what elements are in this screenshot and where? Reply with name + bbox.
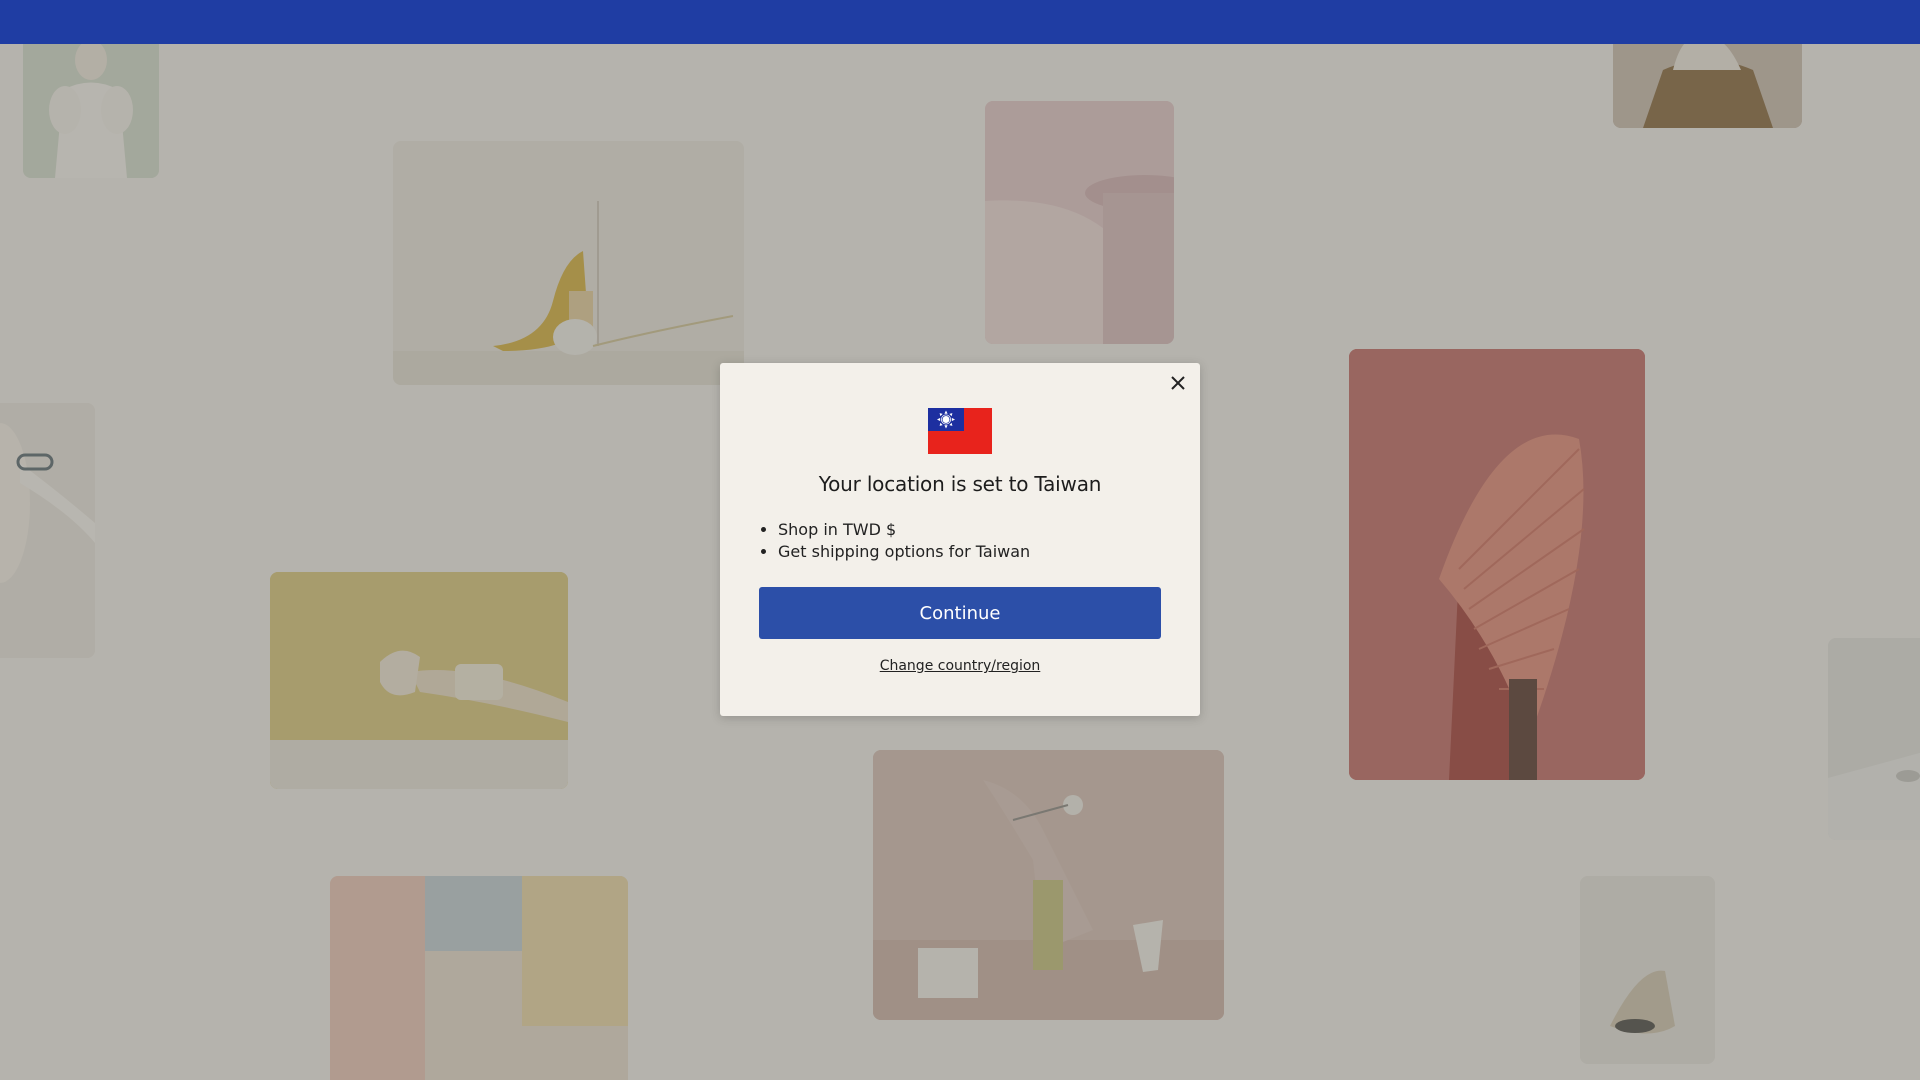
modal-title: Your location is set to Taiwan bbox=[818, 472, 1102, 496]
change-country-link[interactable]: Change country/region bbox=[720, 658, 1200, 674]
perk-shipping: Get shipping options for Taiwan bbox=[778, 541, 1030, 563]
close-icon[interactable] bbox=[1166, 371, 1190, 395]
location-modal: Your location is set to Taiwan Shop in T… bbox=[720, 363, 1200, 716]
perk-currency: Shop in TWD $ bbox=[778, 519, 1030, 541]
perk-list: Shop in TWD $ Get shipping options for T… bbox=[759, 519, 1030, 563]
continue-button[interactable]: Continue bbox=[759, 587, 1161, 639]
top-header-bar bbox=[0, 0, 1920, 44]
taiwan-flag-icon bbox=[928, 408, 992, 454]
